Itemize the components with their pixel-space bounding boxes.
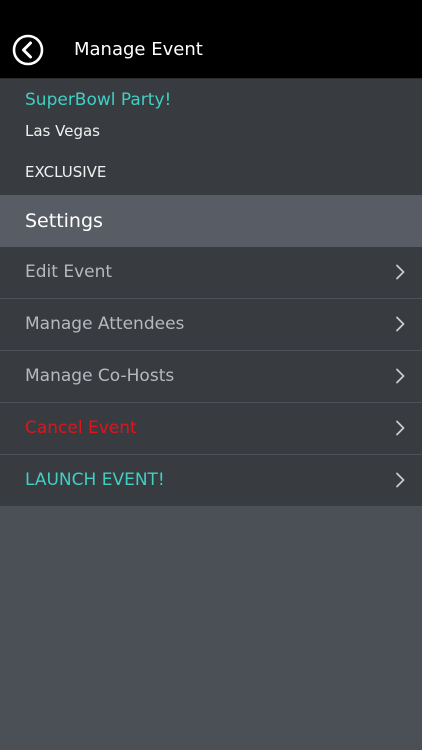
menu-item-label: Edit Event bbox=[25, 262, 113, 282]
menu-item-launch-event[interactable]: LAUNCH EVENT! bbox=[0, 455, 422, 507]
event-location: Las Vegas bbox=[25, 122, 100, 140]
event-type-label: EXCLUSIVE bbox=[25, 163, 107, 181]
chevron-right-icon bbox=[395, 472, 405, 488]
settings-section-header: Settings bbox=[0, 195, 422, 247]
settings-menu: Edit Event Manage Attendees Manage Co-Ho… bbox=[0, 247, 422, 507]
menu-item-label: LAUNCH EVENT! bbox=[25, 470, 165, 490]
back-button[interactable] bbox=[12, 34, 44, 66]
chevron-right-icon bbox=[395, 368, 405, 384]
page-title: Manage Event bbox=[74, 39, 203, 60]
menu-item-manage-attendees[interactable]: Manage Attendees bbox=[0, 299, 422, 351]
back-arrow-icon bbox=[12, 34, 44, 66]
menu-item-manage-co-hosts[interactable]: Manage Co-Hosts bbox=[0, 351, 422, 403]
manage-event-screen: Manage Event SuperBowl Party! Las Vegas … bbox=[0, 0, 422, 750]
top-app-bar: Manage Event bbox=[0, 0, 422, 78]
chevron-right-icon bbox=[395, 264, 405, 280]
settings-title: Settings bbox=[25, 210, 103, 232]
event-summary: SuperBowl Party! Las Vegas EXCLUSIVE bbox=[0, 78, 422, 195]
menu-item-label: Cancel Event bbox=[25, 418, 137, 438]
menu-item-edit-event[interactable]: Edit Event bbox=[0, 247, 422, 299]
chevron-right-icon bbox=[395, 420, 405, 436]
menu-item-label: Manage Co-Hosts bbox=[25, 366, 175, 386]
chevron-right-icon bbox=[395, 316, 405, 332]
menu-item-cancel-event[interactable]: Cancel Event bbox=[0, 403, 422, 455]
event-name: SuperBowl Party! bbox=[25, 90, 172, 110]
menu-item-label: Manage Attendees bbox=[25, 314, 185, 334]
